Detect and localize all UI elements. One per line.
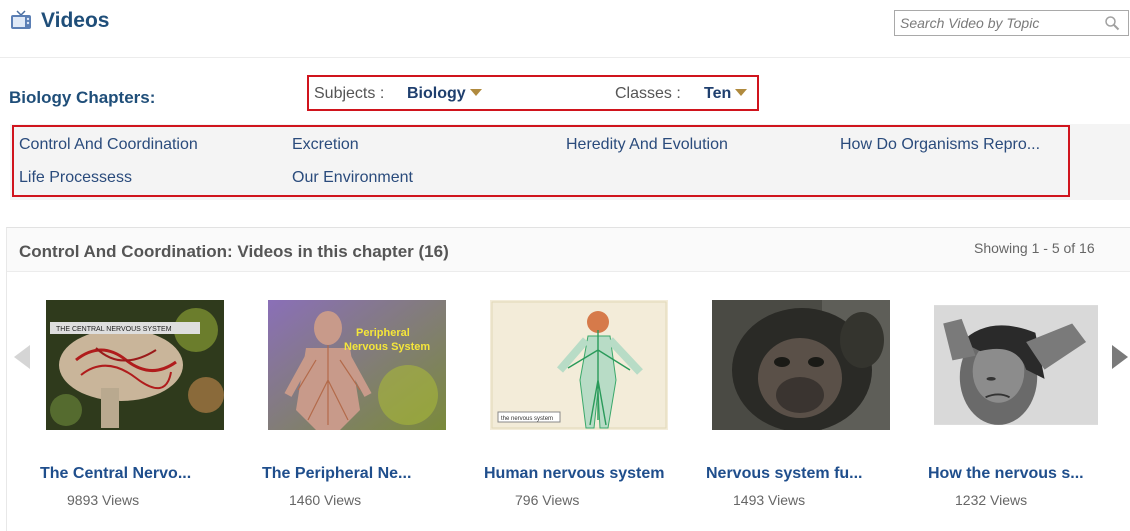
filter-box: Subjects : Biology Classes : Ten	[307, 75, 759, 111]
search-input[interactable]	[895, 11, 1095, 35]
video-title[interactable]: Human nervous system	[484, 465, 684, 483]
video-title[interactable]: The Peripheral Ne...	[262, 465, 462, 483]
video-card[interactable]: How the nervous s... 1232 Views	[928, 300, 1108, 520]
video-title[interactable]: How the nervous s...	[928, 465, 1128, 483]
videos-section-title: Control And Coordination: Videos in this…	[19, 242, 449, 261]
thumb-caption: Nervous System	[344, 341, 430, 353]
page-header: Videos	[0, 0, 1130, 58]
chapter-list: Control And Coordination Excretion Hered…	[12, 125, 1070, 197]
classes-value: Ten	[704, 85, 732, 102]
chapter-link-excretion[interactable]: Excretion	[292, 136, 359, 154]
subjects-value: Biology	[407, 85, 466, 102]
thumb-caption: Peripheral	[356, 327, 410, 339]
chapter-link-how-do-organisms-reproduce[interactable]: How Do Organisms Repro...	[840, 136, 1040, 154]
videos-header: Control And Coordination: Videos in this…	[7, 228, 1130, 272]
nervous-system-diagram-thumbnail[interactable]: the nervous system	[490, 300, 668, 430]
subjects-dropdown[interactable]: Biology	[407, 85, 482, 103]
video-card[interactable]: THE CENTRAL NERVOUS SYSTEM The Central N…	[40, 300, 224, 520]
chapter-link-control-and-coordination[interactable]: Control And Coordination	[19, 136, 198, 154]
body-nerves-thumbnail[interactable]: Peripheral Nervous System	[268, 300, 446, 430]
pagination-status: Showing 1 - 5 of 16	[974, 240, 1095, 256]
video-views: 1232 Views	[955, 492, 1028, 508]
video-card[interactable]: Peripheral Nervous System The Peripheral…	[262, 300, 446, 520]
search-icon[interactable]	[1104, 15, 1120, 31]
thumb-caption: THE CENTRAL NERVOUS SYSTEM	[56, 326, 172, 333]
chapter-link-our-environment[interactable]: Our Environment	[292, 169, 413, 187]
headache-person-thumbnail[interactable]	[934, 300, 1098, 430]
chapter-link-life-processes[interactable]: Life Processess	[19, 169, 132, 187]
chapter-link-heredity-and-evolution[interactable]: Heredity And Evolution	[566, 136, 728, 154]
search-box[interactable]	[894, 10, 1129, 36]
carousel-next-arrow-icon[interactable]	[1112, 345, 1128, 369]
tv-icon	[11, 10, 31, 29]
subjects-label: Subjects :	[314, 85, 385, 102]
video-card[interactable]: Nervous system fu... 1493 Views	[706, 300, 890, 520]
video-views: 796 Views	[515, 492, 580, 508]
video-title[interactable]: Nervous system fu...	[706, 465, 906, 483]
video-views: 1460 Views	[289, 492, 362, 508]
chevron-down-icon	[735, 89, 748, 96]
video-card[interactable]: the nervous system Human nervous system …	[484, 300, 668, 520]
classes-label: Classes :	[615, 85, 681, 102]
classes-dropdown[interactable]: Ten	[704, 85, 748, 103]
thumb-caption: the nervous system	[501, 416, 553, 422]
carousel-prev-arrow-icon[interactable]	[14, 345, 30, 369]
chevron-down-icon	[469, 89, 482, 96]
page-title: Videos	[41, 9, 110, 32]
video-views: 1493 Views	[733, 492, 806, 508]
chapters-label: Biology Chapters:	[9, 88, 156, 107]
brain-thumbnail[interactable]: THE CENTRAL NERVOUS SYSTEM	[46, 300, 224, 430]
video-views: 9893 Views	[67, 492, 140, 508]
gorilla-thumbnail[interactable]	[712, 300, 890, 430]
video-title[interactable]: The Central Nervo...	[40, 465, 240, 483]
